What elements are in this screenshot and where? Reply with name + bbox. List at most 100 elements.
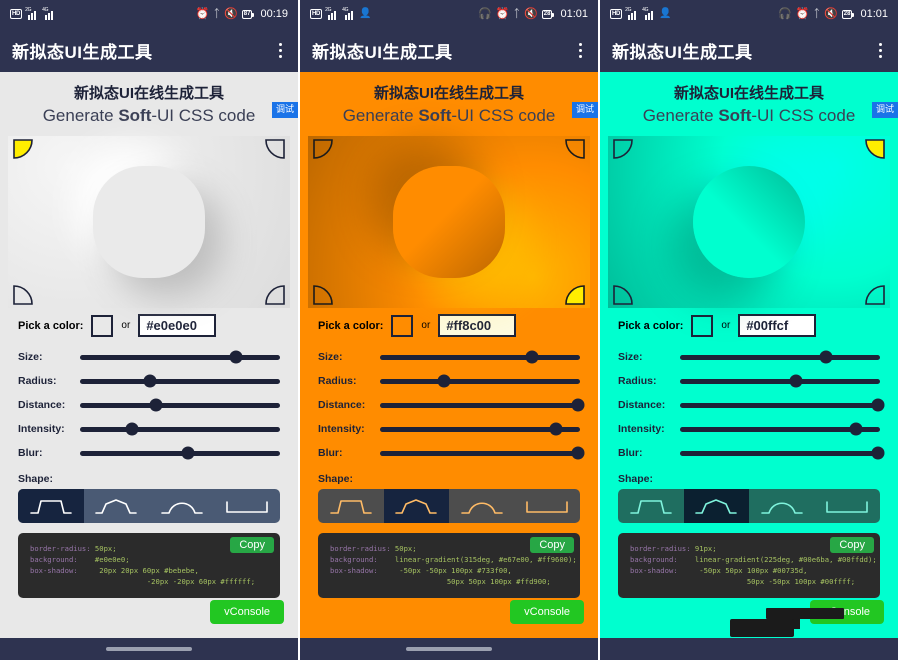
- headphone-icon: 🎧: [478, 7, 492, 20]
- slider-track[interactable]: [80, 350, 280, 364]
- copy-button[interactable]: Copy: [230, 537, 274, 553]
- slider-thumb[interactable]: [437, 374, 451, 388]
- light-source-top-right[interactable]: [564, 138, 586, 160]
- light-source-bottom-right[interactable]: [564, 284, 586, 306]
- shape-option-flat-raised[interactable]: [318, 489, 384, 523]
- slider-track[interactable]: [680, 374, 880, 388]
- panel-content: 新拟态UI在线生成工具 Generate Soft-UI CSS code Pick…: [0, 72, 298, 638]
- soft-ui-preview-shape[interactable]: [393, 166, 505, 278]
- panel-content: 新拟态UI在线生成工具 Generate Soft-UI CSS code Pick…: [300, 72, 598, 638]
- light-source-bottom-left[interactable]: [312, 284, 334, 306]
- slider-row-blur: Blur:: [618, 441, 885, 465]
- vconsole-button[interactable]: vConsole: [810, 600, 884, 624]
- shape-option-convex[interactable]: [749, 489, 815, 523]
- shape-option-pressed-dip[interactable]: [84, 489, 150, 523]
- slider-track[interactable]: [380, 422, 580, 436]
- color-swatch[interactable]: [691, 314, 714, 337]
- shape-option-convex[interactable]: [449, 489, 515, 523]
- slider-row-radius: Radius:: [618, 369, 880, 393]
- debug-button[interactable]: 调试: [871, 102, 898, 118]
- hex-input[interactable]: #e0e0e0: [138, 314, 217, 337]
- nav-home-pill[interactable]: [406, 647, 492, 651]
- slider-track[interactable]: [80, 446, 280, 460]
- overflow-menu-icon[interactable]: [575, 39, 586, 62]
- slider-thumb[interactable]: [143, 374, 157, 388]
- slider-thumb[interactable]: [571, 398, 585, 412]
- slider-thumb[interactable]: [181, 446, 195, 460]
- slider-thumb[interactable]: [871, 398, 885, 412]
- bluetooth-icon: ᛏ: [213, 7, 221, 20]
- app-bar: 新拟态UI生成工具: [300, 28, 598, 72]
- shape-option-pressed-dip[interactable]: [683, 489, 749, 523]
- slider-row-intensity: Intensity:: [318, 417, 580, 441]
- slider-track[interactable]: [680, 446, 885, 460]
- shape-option-concave[interactable]: [515, 489, 581, 523]
- color-picker-row: Pick a color: or #00ffcf: [600, 308, 898, 337]
- light-source-top-right[interactable]: [864, 138, 886, 160]
- slider-track[interactable]: [380, 374, 580, 388]
- light-source-top-left[interactable]: [312, 138, 334, 160]
- slider-track[interactable]: [80, 374, 280, 388]
- light-source-bottom-left[interactable]: [12, 284, 34, 306]
- light-source-bottom-right[interactable]: [264, 284, 286, 306]
- hex-input[interactable]: #ff8c00: [438, 314, 517, 337]
- color-swatch[interactable]: [91, 314, 114, 337]
- heading-chinese: 新拟态UI在线生成工具: [673, 85, 824, 102]
- color-swatch[interactable]: [391, 314, 414, 337]
- mute-icon: 🔇: [524, 7, 538, 20]
- nav-home-pill[interactable]: [106, 647, 192, 651]
- system-nav-bar: [600, 638, 898, 660]
- slider-track[interactable]: [680, 398, 885, 412]
- slider-thumb[interactable]: [125, 422, 139, 436]
- slider-thumb[interactable]: [819, 350, 833, 364]
- debug-button[interactable]: 调试: [271, 102, 298, 118]
- shape-option-convex[interactable]: [149, 489, 215, 523]
- shape-option-concave[interactable]: [215, 489, 281, 523]
- overflow-menu-icon[interactable]: [275, 39, 286, 62]
- vconsole-button[interactable]: vConsole: [210, 600, 284, 624]
- code-block: border-radius: 91px; background: linear-…: [618, 533, 880, 598]
- slider-track[interactable]: [380, 398, 585, 412]
- hex-input[interactable]: #00ffcf: [738, 314, 817, 337]
- slider-thumb[interactable]: [871, 446, 885, 460]
- slider-thumb[interactable]: [789, 374, 803, 388]
- light-source-top-left[interactable]: [12, 138, 34, 160]
- shape-option-flat-raised[interactable]: [18, 489, 84, 523]
- slider-label: Distance:: [618, 399, 666, 411]
- light-source-top-left[interactable]: [612, 138, 634, 160]
- debug-button[interactable]: 调试: [571, 102, 598, 118]
- bluetooth-icon: ᛏ: [513, 7, 521, 20]
- hd-icon: HD: [310, 9, 323, 19]
- app-bar: 新拟态UI生成工具: [600, 28, 898, 72]
- slider-thumb[interactable]: [849, 422, 863, 436]
- overflow-menu-icon[interactable]: [875, 39, 886, 62]
- person-icon: 👤: [659, 8, 672, 19]
- copy-button[interactable]: Copy: [830, 537, 874, 553]
- slider-track[interactable]: [680, 422, 880, 436]
- battery-icon: 28: [541, 9, 555, 19]
- shape-option-pressed-dip[interactable]: [383, 489, 449, 523]
- slider-track[interactable]: [380, 446, 585, 460]
- shape-option-flat-raised[interactable]: [618, 489, 684, 523]
- slider-track[interactable]: [80, 422, 280, 436]
- soft-ui-preview-shape[interactable]: [693, 166, 805, 278]
- signal-icon: 4G: [642, 7, 656, 20]
- slider-thumb[interactable]: [549, 422, 563, 436]
- preview-area: [8, 136, 290, 308]
- slider-track[interactable]: [80, 398, 280, 412]
- vconsole-button[interactable]: vConsole: [510, 600, 584, 624]
- light-source-bottom-right[interactable]: [864, 284, 886, 306]
- shape-option-concave[interactable]: [815, 489, 881, 523]
- soft-ui-preview-shape[interactable]: [93, 166, 205, 278]
- light-source-top-right[interactable]: [264, 138, 286, 160]
- nav-home-pill[interactable]: [706, 647, 792, 651]
- slider-thumb[interactable]: [571, 446, 585, 460]
- slider-track[interactable]: [680, 350, 880, 364]
- copy-button[interactable]: Copy: [530, 537, 574, 553]
- code-block: border-radius: 50px; background: #e0e0e0…: [18, 533, 280, 598]
- slider-thumb[interactable]: [525, 350, 539, 364]
- light-source-bottom-left[interactable]: [612, 284, 634, 306]
- slider-thumb[interactable]: [229, 350, 243, 364]
- slider-thumb[interactable]: [149, 398, 163, 412]
- slider-track[interactable]: [380, 350, 580, 364]
